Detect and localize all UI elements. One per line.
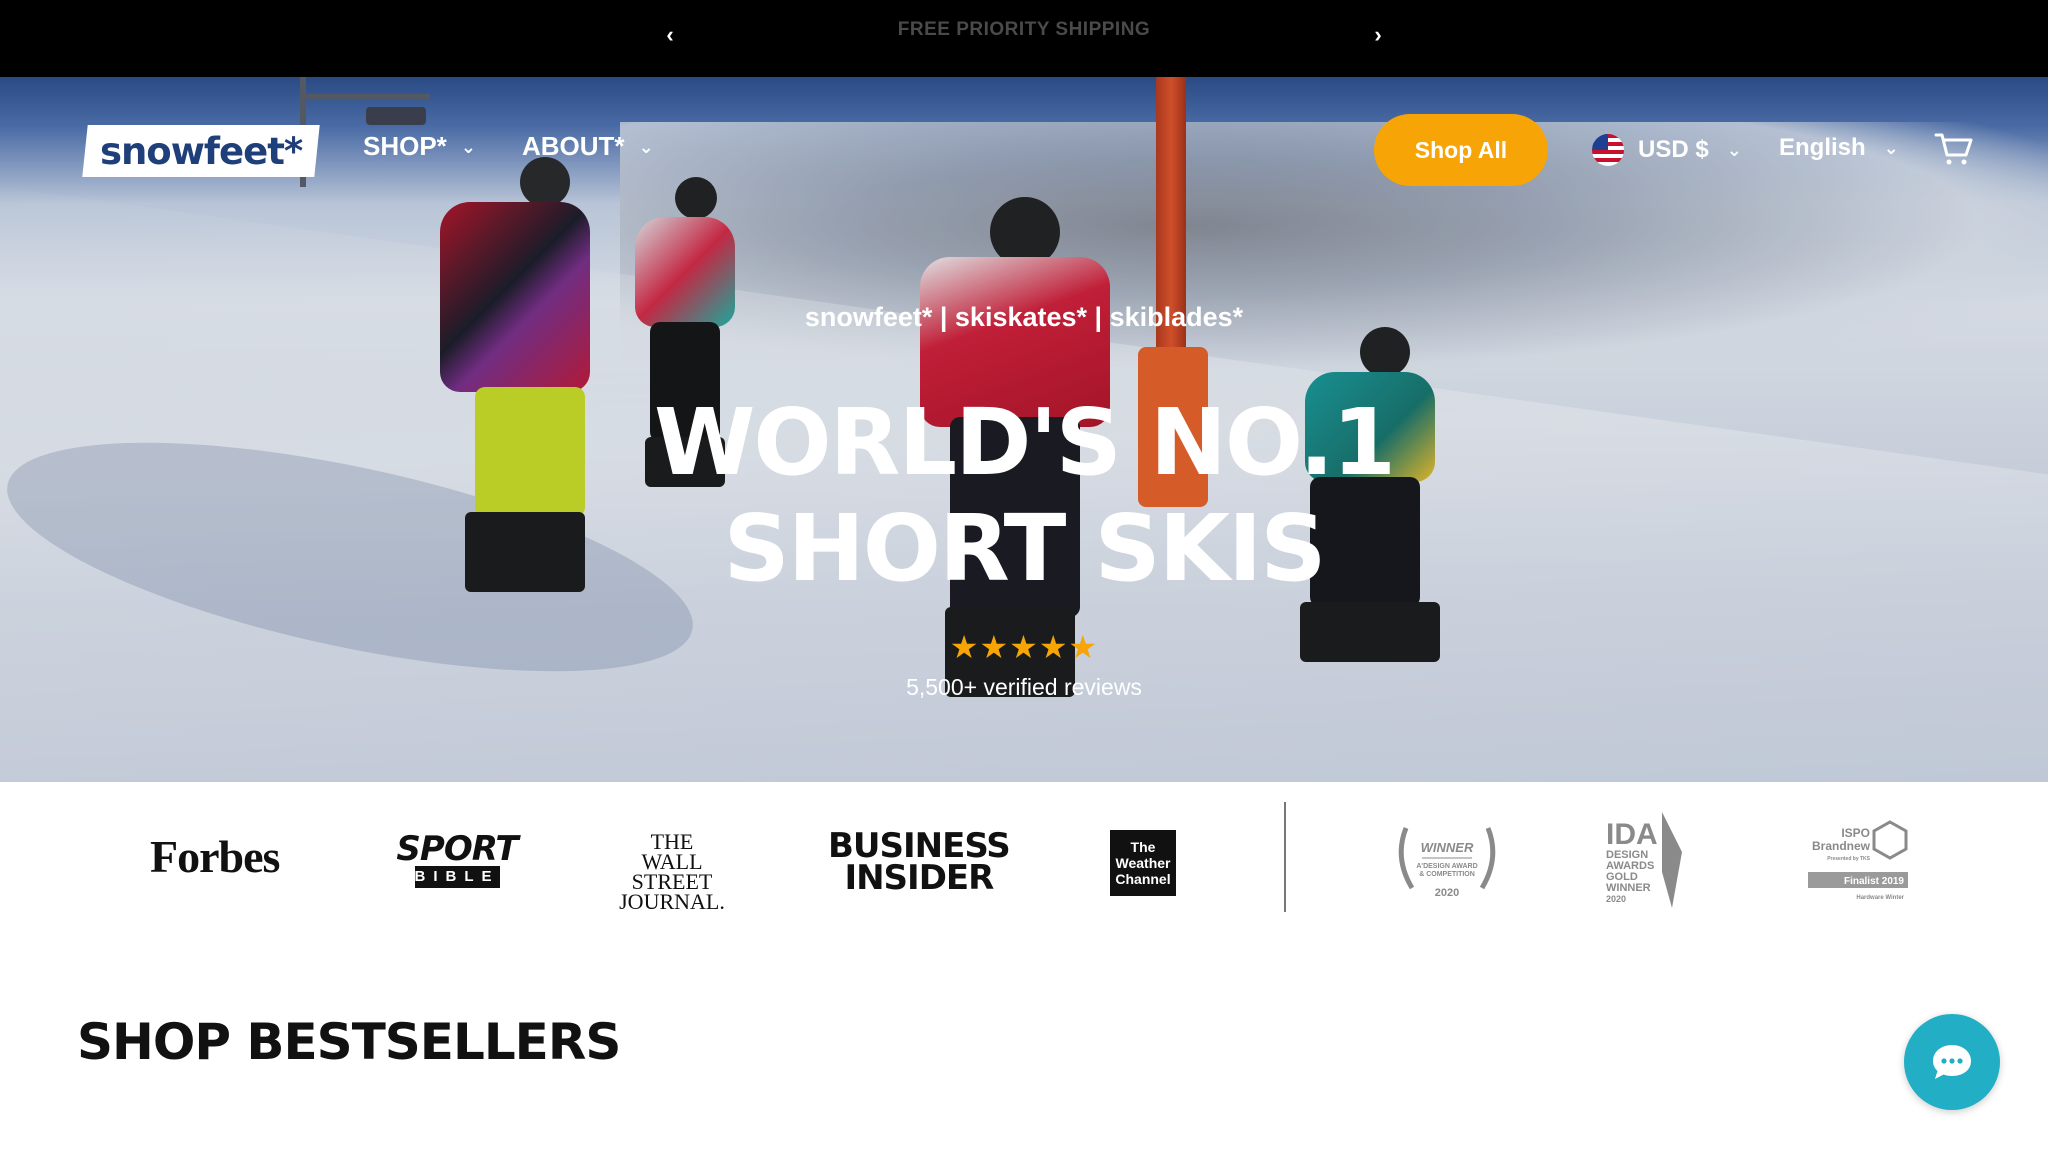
announcement-text: FREE PRIORITY SHIPPING — [897, 19, 1151, 40]
nav-about[interactable]: ABOUT* ⌄ — [522, 131, 654, 162]
adesign-award-badge: WINNER A'DESIGN AWARD & COMPETITION 2020 — [1398, 827, 1496, 899]
shop-all-button[interactable]: Shop All — [1374, 114, 1548, 186]
reviews-count: 5,500+ verified reviews — [906, 674, 1142, 700]
award2-line5: WINNER — [1606, 882, 1651, 894]
wsj-logo: THE WALL STREET JOURNAL. — [617, 831, 727, 914]
chevron-right-icon[interactable]: › — [1366, 22, 1390, 52]
press-logos: Forbes SPORT BIBLE THE WALL STREET JOURN… — [0, 782, 2048, 922]
star-icon: ★ — [1009, 629, 1039, 665]
star-icon: ★ — [949, 629, 980, 665]
bi-logo-line2: INSIDER — [844, 858, 994, 898]
twc-logo-line3: Channel — [1115, 871, 1171, 887]
announcement-bar: ‹ FREE PRIORITY SHIPPING › — [0, 0, 2048, 77]
chevron-down-icon: ⌄ — [1883, 137, 1899, 158]
cart-icon[interactable] — [1934, 131, 1974, 167]
nav-shop-label: SHOP* — [363, 131, 447, 161]
business-insider-logo: BUSINESS INSIDER — [828, 829, 1011, 898]
award3-line4: Finalist 2019 — [1844, 876, 1904, 887]
nav-about-label: ABOUT* — [522, 131, 625, 161]
award3-line1: ISPO — [1841, 826, 1870, 840]
ispo-award-badge: ISPO Brandnew Presented by TKS Finalist … — [1808, 820, 1908, 901]
twc-logo-line2: Weather — [1115, 855, 1171, 871]
sportbible-logo: SPORT BIBLE — [396, 832, 519, 888]
sportbible-logo-bottom: BIBLE — [414, 866, 500, 888]
nav-shop[interactable]: SHOP* ⌄ — [363, 131, 476, 162]
wsj-logo-line2: WALL STREET — [631, 849, 713, 894]
language-label: English — [1779, 134, 1866, 161]
forbes-logo: Forbes — [150, 831, 280, 882]
award2-line1: IDA — [1606, 818, 1658, 851]
award3-line2: Brandnew — [1812, 839, 1871, 853]
award3-line3: Presented by TKS — [1827, 856, 1870, 862]
logo-text: snowfeet* — [99, 129, 303, 173]
award1-sub1: A'DESIGN AWARD — [1416, 863, 1477, 870]
hero-headline: WORLD'S NO.1 SHORT SKIS — [0, 390, 2048, 602]
press-divider — [1284, 802, 1286, 912]
chevron-down-icon: ⌄ — [638, 137, 654, 157]
snowfeet-logo[interactable]: snowfeet* — [82, 125, 320, 177]
award1-sub2: & COMPETITION — [1419, 871, 1475, 878]
chat-button[interactable] — [1904, 1014, 2000, 1110]
star-icon: ★ — [979, 629, 1010, 665]
chevron-down-icon: ⌄ — [460, 137, 476, 157]
weather-channel-logo: The Weather Channel — [1110, 830, 1176, 896]
chat-bubble-icon — [1933, 1045, 1971, 1079]
ida-award-badge: IDA DESIGN AWARDS GOLD WINNER 2020 — [1606, 812, 1682, 908]
hero-headline-line2: SHORT SKIS — [723, 495, 1327, 602]
bestsellers-heading: SHOP BESTSELLERS — [77, 1013, 621, 1071]
chevron-down-icon: ⌄ — [1726, 139, 1742, 160]
star-icon: ★ — [1038, 629, 1069, 665]
award1-title: WINNER — [1421, 840, 1474, 855]
award1-year: 2020 — [1435, 887, 1459, 899]
us-flag-icon — [1592, 134, 1624, 166]
twc-logo-line1: The — [1130, 839, 1156, 855]
award2-line6: 2020 — [1606, 894, 1626, 904]
award3-line5: Hardware Winter — [1856, 895, 1904, 901]
hero-headline-line1: WORLD'S NO.1 — [653, 389, 1396, 496]
rating-stars: ★★★★★ — [0, 628, 2048, 666]
language-selector[interactable]: English ⌄ — [1779, 134, 1899, 162]
sportbible-logo-top: SPORT — [396, 829, 518, 869]
currency-selector[interactable]: USD $ ⌄ — [1592, 134, 1742, 166]
star-icon: ★ — [1068, 629, 1099, 665]
hero-tagline: snowfeet* | skiskates* | skiblades* — [804, 302, 1244, 332]
wsj-logo-line3: JOURNAL. — [619, 889, 725, 914]
currency-label: USD $ — [1638, 136, 1709, 163]
